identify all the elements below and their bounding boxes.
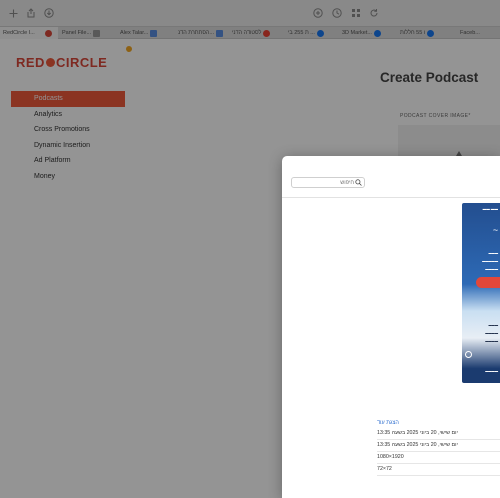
- preview-decoration: ▬▬▬▬: [485, 267, 498, 271]
- dialog-header: [282, 156, 500, 198]
- created-date: יום שישי, 20 ביוני 2025 בשעה 13:35: [377, 428, 500, 440]
- show-more-link[interactable]: הצגת עוד: [377, 420, 399, 426]
- image-resolution: 72×72: [377, 464, 500, 476]
- preview-decoration: ▬▬▬▬: [485, 331, 498, 335]
- preview-decoration: ▬▬▬▬: [485, 339, 498, 343]
- preview-logo-icon: [465, 351, 472, 358]
- modified-date: יום שישי, 20 ביוני 2025 בשעה 13:35: [377, 440, 500, 452]
- preview-decoration: ▬▬▬: [488, 323, 498, 327]
- search-field[interactable]: [291, 177, 365, 188]
- preview-decoration: ▬▬▬: [488, 251, 498, 255]
- preview-decoration: ▬▬▬▬▬: [482, 259, 498, 263]
- preview-decoration: ~: [492, 225, 498, 235]
- preview-decoration: ▬▬ ▬▬: [482, 207, 498, 211]
- file-preview-thumbnail[interactable]: ▬▬ ▬▬ ~ ▬▬▬ ▬▬▬▬▬ ▬▬▬▬ ▬▬▬ ▬▬▬▬ ▬▬▬▬ ▬▬▬…: [462, 203, 500, 383]
- search-input[interactable]: [294, 178, 354, 187]
- image-dimensions: 1080×1920: [377, 452, 500, 464]
- search-icon: [355, 179, 362, 186]
- file-picker-dialog: ▬▬ ▬▬ ~ ▬▬▬ ▬▬▬▬▬ ▬▬▬▬ ▬▬▬ ▬▬▬▬ ▬▬▬▬ ▬▬▬…: [282, 156, 500, 498]
- preview-red-banner: [476, 277, 500, 288]
- preview-decoration: ▬▬▬▬: [485, 369, 498, 373]
